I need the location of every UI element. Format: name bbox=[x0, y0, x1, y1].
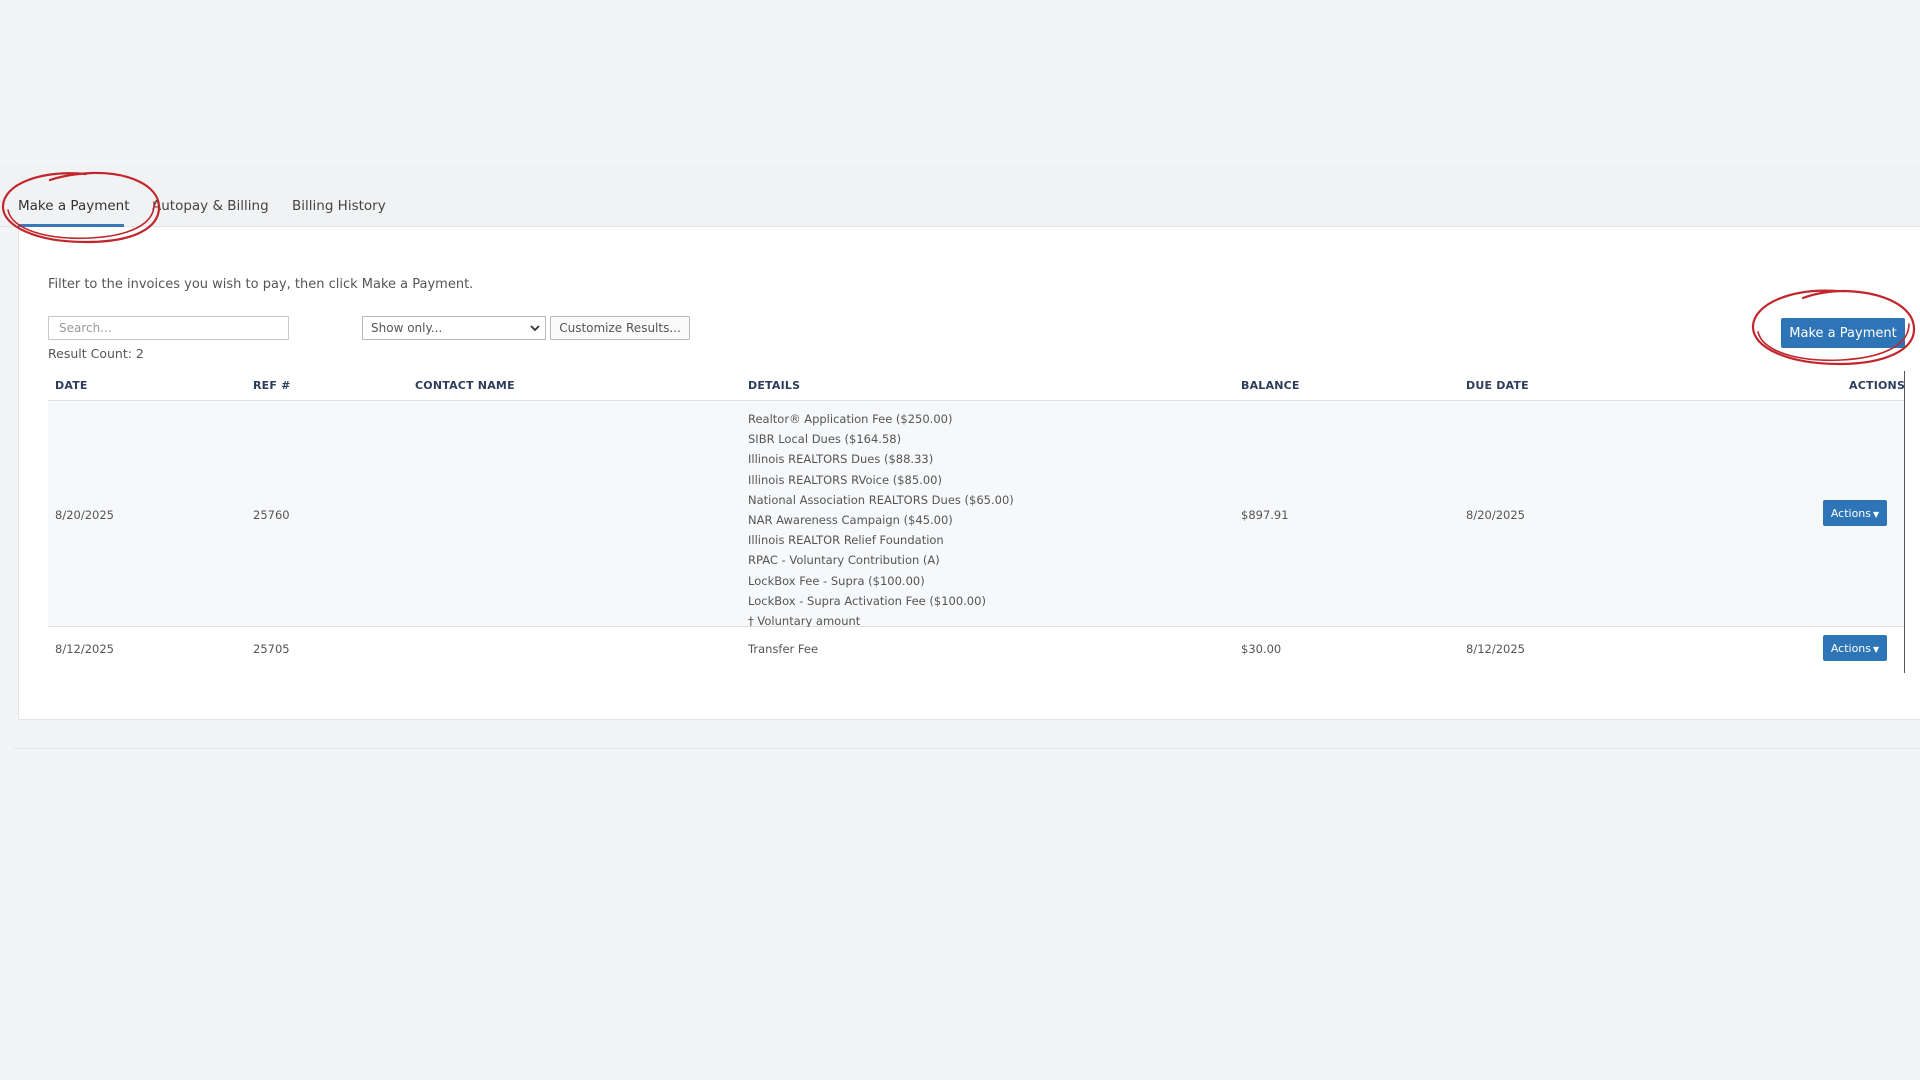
caret-down-icon: ▼ bbox=[1873, 509, 1880, 519]
detail-line: Illinois REALTORS RVoice ($85.00) bbox=[748, 472, 942, 487]
column-header-details[interactable]: DETAILS bbox=[748, 379, 800, 392]
detail-line: Illinois REALTOR Relief Foundation bbox=[748, 533, 944, 548]
detail-line: NAR Awareness Campaign ($45.00) bbox=[748, 512, 953, 527]
search-input[interactable] bbox=[48, 316, 289, 340]
detail-line: LockBox - Supra Activation Fee ($100.00) bbox=[748, 593, 986, 608]
column-header-balance[interactable]: BALANCE bbox=[1241, 379, 1300, 392]
instructions-text: Filter to the invoices you wish to pay, … bbox=[48, 277, 474, 292]
detail-line: Realtor® Application Fee ($250.00) bbox=[748, 412, 953, 426]
result-count: Result Count: 2 bbox=[48, 346, 144, 361]
table-row: 8/20/2025 25760 Realtor® Application Fee… bbox=[48, 401, 1904, 628]
actions-button[interactable]: Actions ▼ bbox=[1823, 500, 1887, 526]
actions-button-label: Actions bbox=[1830, 506, 1872, 520]
table-right-border bbox=[1904, 371, 1905, 673]
column-header-contact-name[interactable]: CONTACT NAME bbox=[415, 379, 515, 392]
actions-button-label: Actions bbox=[1830, 641, 1872, 655]
row-balance: $30.00 bbox=[1241, 642, 1282, 656]
detail-line: National Association REALTORS Dues ($65.… bbox=[748, 492, 1014, 507]
detail-line: LockBox Fee - Supra ($100.00) bbox=[748, 573, 925, 588]
show-only-value: Show only... bbox=[371, 321, 443, 335]
tab-autopay-billing[interactable]: Autopay & Billing bbox=[152, 198, 269, 214]
detail-line: Illinois REALTORS Dues ($88.33) bbox=[748, 452, 934, 467]
row-ref: 25705 bbox=[253, 642, 290, 656]
row-details: Realtor® Application Fee ($250.00) SIBR … bbox=[748, 409, 1014, 631]
show-only-select[interactable]: Show only... bbox=[362, 316, 546, 340]
column-header-date[interactable]: DATE bbox=[55, 379, 88, 392]
row-ref: 25760 bbox=[253, 508, 290, 522]
row-date: 8/20/2025 bbox=[55, 508, 114, 522]
tab-billing-history[interactable]: Billing History bbox=[292, 198, 386, 214]
actions-button[interactable]: Actions ▼ bbox=[1823, 635, 1887, 661]
payment-panel: Filter to the invoices you wish to pay, … bbox=[18, 227, 1920, 720]
row-date: 8/12/2025 bbox=[55, 642, 114, 656]
page-bottom-divider bbox=[14, 748, 1920, 749]
column-header-actions: ACTIONS bbox=[1849, 379, 1906, 392]
tab-make-a-payment[interactable]: Make a Payment bbox=[18, 198, 130, 214]
make-payment-button[interactable]: Make a Payment bbox=[1781, 318, 1905, 348]
chevron-down-icon bbox=[530, 325, 540, 332]
column-header-due-date[interactable]: DUE DATE bbox=[1466, 379, 1529, 392]
detail-line: SIBR Local Dues ($164.58) bbox=[748, 432, 902, 447]
table-row: 8/12/2025 25705 Transfer Fee $30.00 8/12… bbox=[48, 627, 1904, 672]
customize-results-button[interactable]: Customize Results... bbox=[550, 316, 690, 340]
tab-bar: Make a Payment Autopay & Billing Billing… bbox=[0, 165, 1920, 227]
detail-line: RPAC - Voluntary Contribution (A) bbox=[748, 553, 940, 568]
row-balance: $897.91 bbox=[1241, 508, 1289, 522]
caret-down-icon: ▼ bbox=[1873, 644, 1880, 654]
row-due-date: 8/20/2025 bbox=[1466, 508, 1525, 522]
column-header-ref[interactable]: REF # bbox=[253, 379, 291, 392]
row-details: Transfer Fee bbox=[748, 642, 819, 656]
row-due-date: 8/12/2025 bbox=[1466, 642, 1525, 656]
